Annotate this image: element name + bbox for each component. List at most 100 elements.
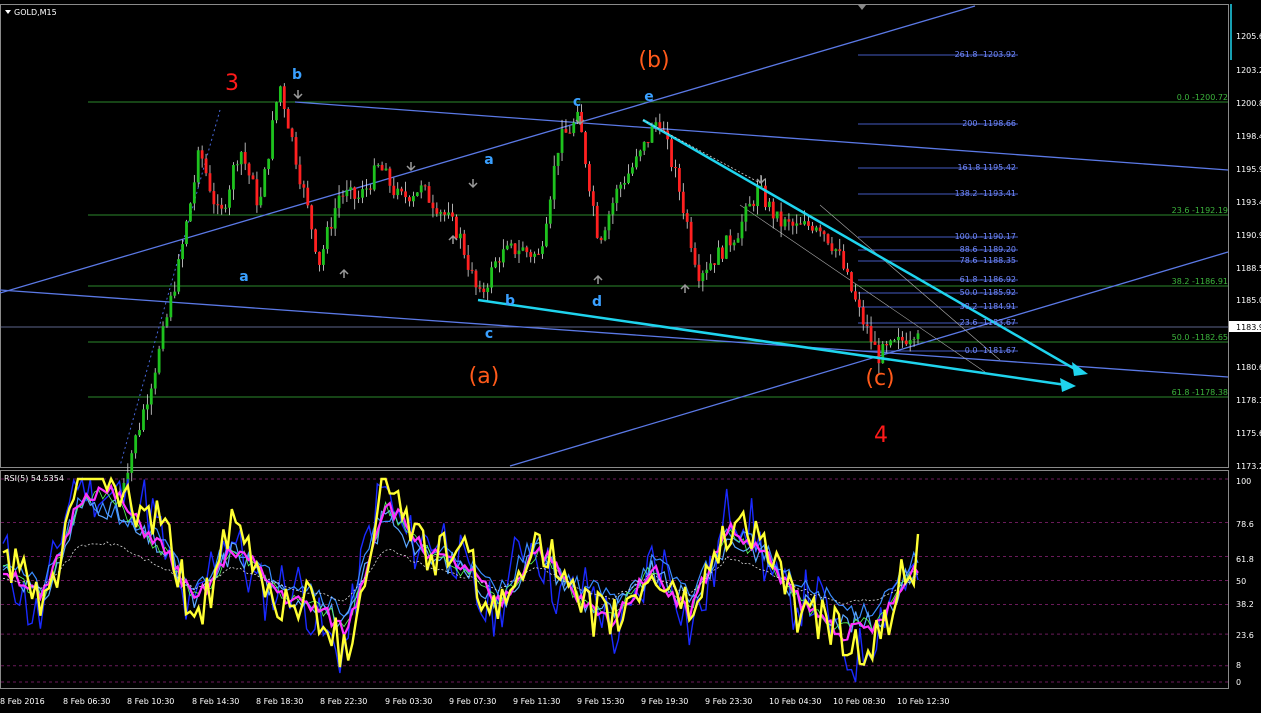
candle-body [775,211,779,219]
rsi-tick: 50 [1236,577,1246,586]
candle-body [361,189,364,198]
candle-body [564,129,568,133]
candle-body [681,191,685,214]
price-tick: 1203.2 [1236,66,1261,75]
candle-body [267,158,271,170]
candle-body [251,175,255,180]
candle-body [501,249,505,263]
candle-body [791,221,795,226]
candle-body [740,221,744,239]
wave-c-label: (c) [865,366,894,391]
symbol-title: GOLD,M15 [14,8,57,17]
candle-body [693,248,697,265]
candle-body [595,205,599,238]
candle-body [771,201,775,219]
candle-body [900,336,904,341]
candle-body [259,196,263,206]
candle-body [721,247,724,259]
candle-body [807,221,810,226]
candle-body [572,122,576,134]
candle-body [353,187,357,199]
time-tick: 8 Feb 2016 [0,697,45,706]
candle-body [705,269,709,274]
candle-body [486,287,490,293]
fibo-exp-label: 88.6 -1189.20 [960,245,1016,254]
price-tick: 1188.5 [1236,264,1261,273]
candle-body [388,168,392,186]
candle-body [458,233,462,239]
candle-body [795,223,799,226]
candle-body [677,168,681,192]
candle-body [724,235,728,259]
candle-body [732,242,736,246]
candle-body [372,165,376,190]
candle-body [631,167,634,174]
candle-body [736,238,740,243]
candle-body [396,188,400,196]
candle-body [881,343,885,364]
candle-body [451,212,454,217]
candle-body [224,207,228,209]
current-price-label: 1183.9 [1236,323,1261,332]
wave-3-label: 3 [225,71,239,96]
price-tick: 1173.2 [1236,462,1261,471]
subwave-label: b [292,67,302,83]
candle-body [318,251,321,265]
candle-body [885,343,889,346]
candle-body [466,254,470,270]
candle-body [877,344,881,364]
candle-body [854,291,857,300]
candle-body [220,204,224,209]
candle-body [470,269,474,271]
candle-body [255,179,259,206]
candle-body [169,295,173,318]
time-tick: 9 Feb 07:30 [449,697,496,706]
fibo-exp-label: 138.2 -1193.41 [955,189,1016,198]
candle-body [365,188,368,190]
candle-body [447,212,450,215]
candle-body [713,263,716,265]
candle-body [767,201,771,208]
candle-body [431,202,435,209]
candle-body [728,235,732,246]
fibo-exp-label: 200- 1198.66 [962,119,1016,128]
time-tick: 8 Feb 06:30 [63,697,110,706]
candle-body [799,223,803,225]
candle-body [517,250,521,255]
candle-body [208,173,212,192]
time-tick: 9 Feb 15:30 [577,697,624,706]
candle-body [400,188,404,192]
candle-body [814,227,818,231]
time-tick: 9 Feb 11:30 [513,697,560,706]
rsi-tick: 8 [1236,661,1241,670]
candle-body [541,246,544,254]
candle-body [341,195,345,197]
candle-body [278,86,282,103]
candle-body [423,185,427,187]
candle-body [599,237,603,241]
candle-body [607,214,611,231]
candle-body [857,299,861,308]
rsi-tick: 61.8 [1236,555,1254,564]
candle-body [889,340,893,346]
candle-body [533,253,537,257]
price-tick: 1190.9 [1236,231,1261,240]
candle-body [161,326,165,349]
candle-body [298,164,302,185]
candle-body [243,152,247,164]
price-tick: 1185.0 [1236,296,1261,305]
candle-body [834,249,838,252]
candle-body [204,158,208,174]
rsi-tick: 23.6 [1236,631,1254,640]
time-axis[interactable]: 8 Feb 2016 8 Feb 06:30 8 Feb 10:30 8 Feb… [0,697,949,706]
candle-body [368,188,372,190]
chart-window[interactable]: GOLD,M15 RSI(5) 54.5354 261.8 -1203.92 2… [0,0,1261,713]
candle-body [439,212,443,214]
candle-body [685,213,689,222]
fibo-exp-label: 23.6 -1183.67 [960,318,1016,327]
subwave-label: d [592,294,602,310]
candle-body [537,253,540,255]
candle-body [404,191,407,198]
candle-body [294,137,298,165]
subwave-label: b [505,293,515,309]
